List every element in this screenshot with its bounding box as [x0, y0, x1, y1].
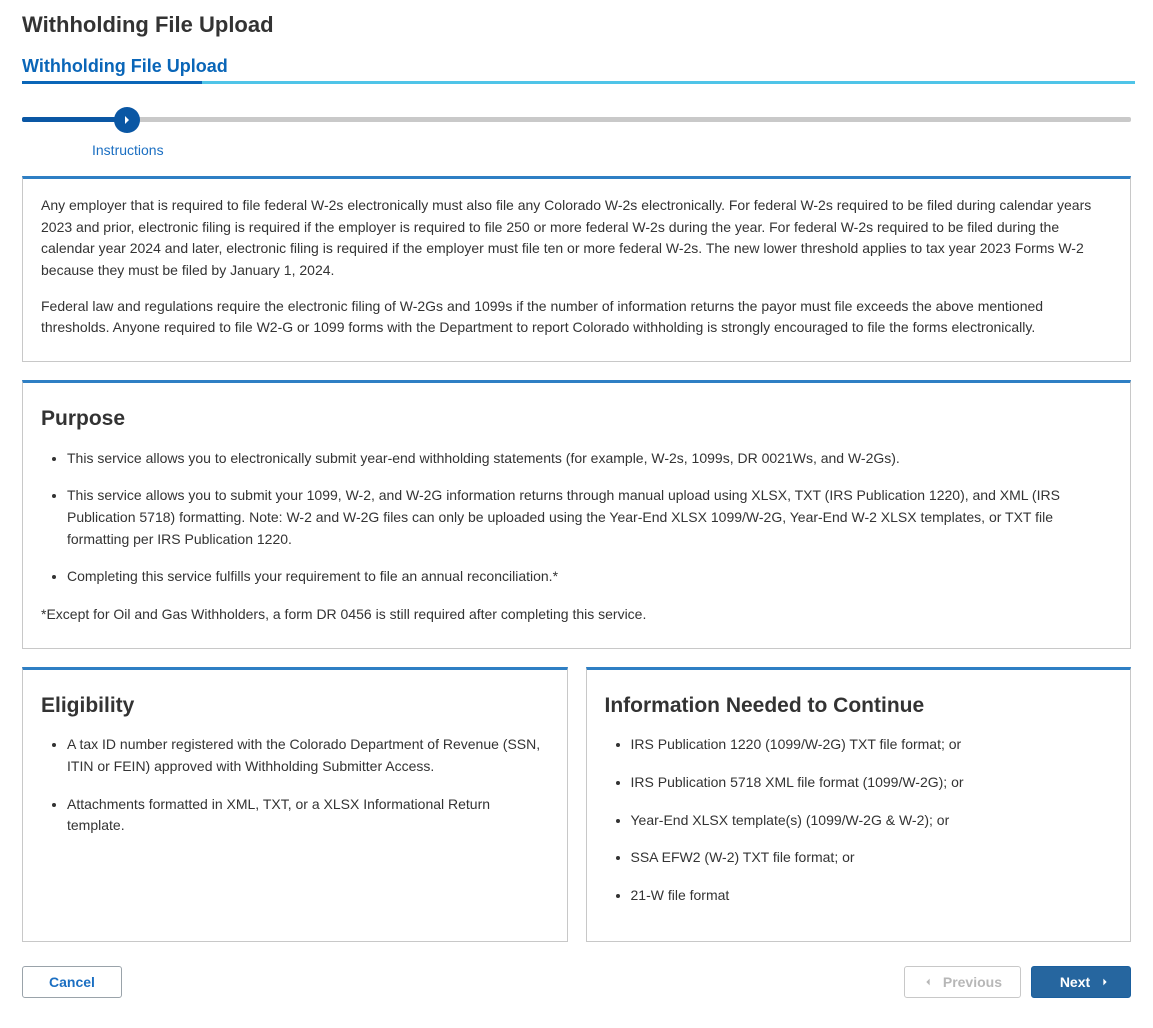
list-item: SSA EFW2 (W-2) TXT file format; or: [631, 847, 1113, 869]
purpose-list: This service allows you to electronicall…: [41, 448, 1112, 588]
list-item: IRS Publication 5718 XML file format (10…: [631, 772, 1113, 794]
list-item: Attachments formatted in XML, TXT, or a …: [67, 794, 549, 837]
info-needed-heading: Information Needed to Continue: [605, 690, 1113, 723]
list-item: 21-W file format: [631, 885, 1113, 907]
intro-paragraph-1: Any employer that is required to file fe…: [41, 195, 1112, 282]
eligibility-heading: Eligibility: [41, 690, 549, 723]
list-item: A tax ID number registered with the Colo…: [67, 734, 549, 777]
purpose-panel: Purpose This service allows you to elect…: [22, 380, 1131, 649]
info-needed-panel: Information Needed to Continue IRS Publi…: [586, 667, 1132, 942]
intro-panel: Any employer that is required to file fe…: [22, 176, 1131, 362]
chevron-right-icon: [121, 114, 133, 126]
list-item: Completing this service fulfills your re…: [67, 566, 1112, 588]
chevron-right-icon: [1100, 977, 1110, 987]
footer-nav: Cancel Previous Next: [22, 966, 1131, 998]
eligibility-panel: Eligibility A tax ID number registered w…: [22, 667, 568, 942]
intro-paragraph-2: Federal law and regulations require the …: [41, 296, 1112, 339]
list-item: IRS Publication 1220 (1099/W-2G) TXT fil…: [631, 734, 1113, 756]
list-item: Year-End XLSX template(s) (1099/W-2G & W…: [631, 810, 1113, 832]
wizard-title: Withholding File Upload: [22, 56, 1135, 90]
previous-label: Previous: [943, 974, 1002, 990]
progress-stepper: Instructions: [22, 112, 1131, 162]
stepper-track: [22, 117, 1131, 122]
previous-button: Previous: [904, 966, 1021, 998]
stepper-label-instructions[interactable]: Instructions: [92, 142, 164, 158]
stepper-node-current[interactable]: [114, 107, 140, 133]
wizard-title-underline: [22, 81, 1135, 84]
list-item: This service allows you to submit your 1…: [67, 485, 1112, 550]
cancel-button[interactable]: Cancel: [22, 966, 122, 998]
wizard-title-text: Withholding File Upload: [22, 56, 228, 76]
info-needed-list: IRS Publication 1220 (1099/W-2G) TXT fil…: [605, 734, 1113, 906]
stepper-fill: [22, 117, 122, 122]
eligibility-list: A tax ID number registered with the Colo…: [41, 734, 549, 837]
purpose-footnote: *Except for Oil and Gas Withholders, a f…: [41, 604, 1112, 626]
next-button[interactable]: Next: [1031, 966, 1131, 998]
purpose-heading: Purpose: [41, 403, 1112, 436]
list-item: This service allows you to electronicall…: [67, 448, 1112, 470]
next-label: Next: [1060, 974, 1090, 990]
chevron-left-icon: [923, 977, 933, 987]
page-title: Withholding File Upload: [22, 12, 1135, 38]
